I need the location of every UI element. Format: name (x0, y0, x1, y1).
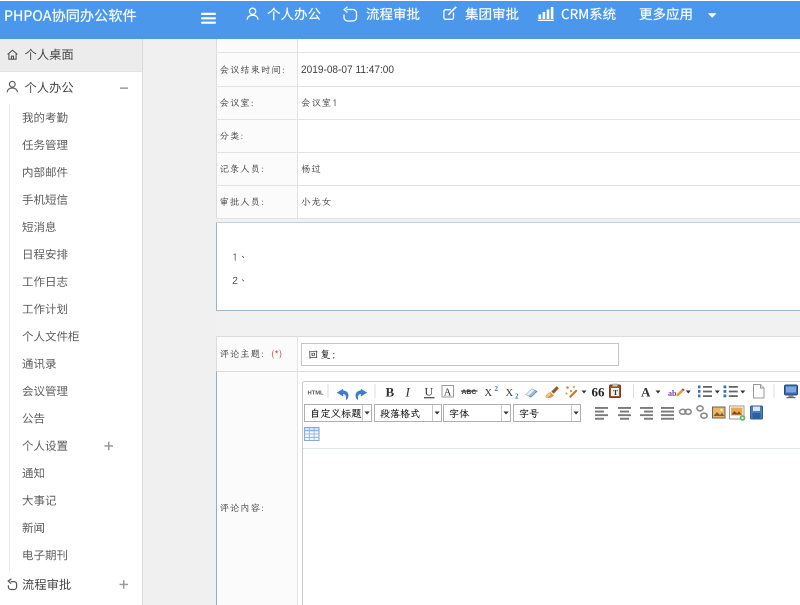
svg-text:A: A (641, 385, 651, 400)
svg-text:2: 2 (515, 393, 519, 401)
svg-text:2019-08-07 11:47:00: 2019-08-07 11:47:00 (301, 64, 394, 76)
svg-text:U: U (425, 385, 434, 399)
svg-text:ABC: ABC (462, 389, 477, 396)
svg-text:HTML: HTML (308, 391, 325, 397)
svg-text:A: A (444, 388, 452, 399)
svg-text:X: X (485, 388, 493, 399)
svg-text:I: I (405, 385, 411, 400)
svg-text:B: B (386, 385, 395, 400)
svg-text:T: T (613, 388, 618, 397)
svg-text:66: 66 (592, 385, 606, 400)
svg-text:ab: ab (668, 389, 677, 398)
svg-text:2: 2 (495, 385, 499, 393)
svg-text:X: X (506, 388, 514, 399)
